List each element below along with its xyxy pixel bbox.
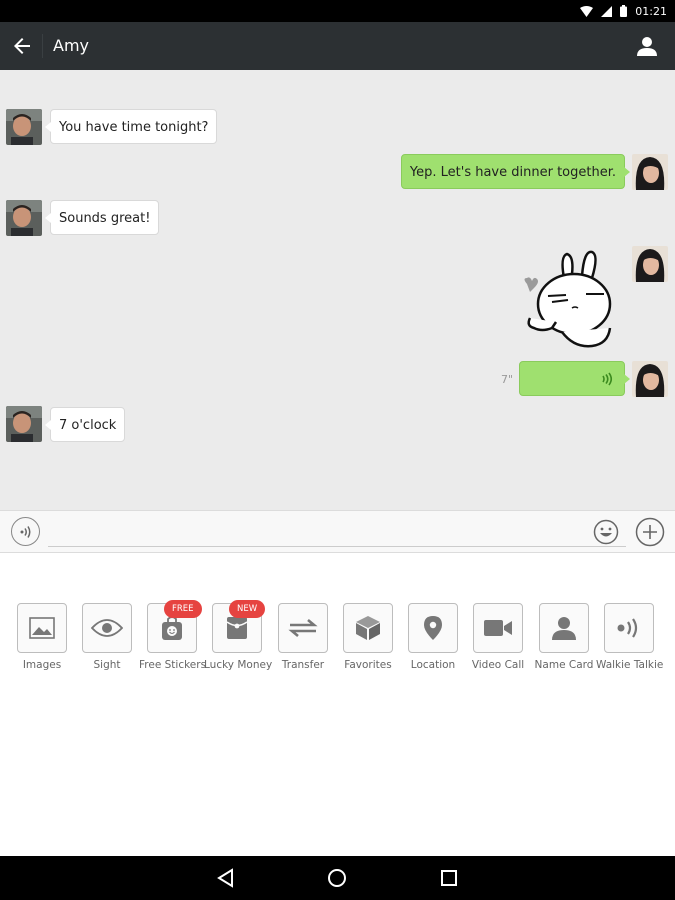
badge-new: NEW: [229, 600, 266, 618]
tool-name-card[interactable]: Name Card: [531, 603, 597, 671]
status-time: 01:21: [635, 4, 667, 18]
badge-free: FREE: [164, 600, 202, 618]
woman-avatar-icon: [632, 246, 668, 282]
woman-avatar-icon: [632, 154, 668, 190]
tool-icon-box: [539, 603, 589, 653]
tool-video-call[interactable]: Video Call: [465, 603, 531, 671]
sticker-message[interactable]: [512, 248, 622, 354]
voice-wave-icon: [602, 372, 613, 386]
tool-label: Transfer: [281, 659, 325, 671]
contact-avatar[interactable]: [6, 109, 42, 145]
voice-message-bubble[interactable]: [519, 361, 630, 396]
attachment-panel: Images Sight FREE Free Stickers NEW Luck…: [0, 553, 675, 856]
my-avatar[interactable]: [632, 246, 668, 282]
chat-info-button[interactable]: [635, 34, 659, 58]
rabbit-sticker-icon: [524, 250, 612, 348]
signal-icon: [601, 5, 613, 17]
nav-recents-button[interactable]: [435, 864, 463, 892]
square-recents-icon: [441, 870, 457, 886]
tool-label: Favorites: [344, 659, 392, 671]
my-avatar[interactable]: [632, 361, 668, 397]
battery-icon: [620, 5, 628, 17]
nav-home-button[interactable]: [323, 864, 351, 892]
person-icon: [552, 617, 576, 640]
circle-home-icon: [328, 869, 346, 887]
status-bar: 01:21: [0, 0, 675, 22]
triangle-back-icon: [217, 868, 233, 888]
contact-avatar[interactable]: [6, 200, 42, 236]
tool-icon-box: [408, 603, 458, 653]
back-button[interactable]: [10, 34, 34, 58]
woman-avatar-icon: [632, 361, 668, 397]
tool-icon-box: NEW: [212, 600, 266, 653]
voice-duration: 7": [501, 373, 514, 386]
message-input-bar: [0, 510, 675, 553]
emoji-button[interactable]: [593, 519, 619, 545]
tool-icon-box: [82, 603, 132, 653]
chat-header: Amy: [0, 22, 675, 70]
man-avatar-icon: [6, 200, 42, 236]
tool-free-stickers[interactable]: FREE Free Stickers: [139, 600, 207, 671]
wifi-icon: [580, 5, 594, 17]
tool-lucky-money[interactable]: NEW Lucky Money: [204, 600, 273, 671]
tool-location[interactable]: Location: [400, 603, 466, 671]
tool-walkie-talkie[interactable]: Walkie Talkie: [596, 603, 664, 671]
tool-favorites[interactable]: Favorites: [335, 603, 401, 671]
voice-icon: [20, 525, 30, 538]
tool-icon-box: [343, 603, 393, 653]
tool-label: Name Card: [534, 659, 594, 671]
man-avatar-icon: [6, 406, 42, 442]
tool-icon-box: [604, 603, 654, 653]
tool-label: Sight: [93, 659, 121, 671]
message-bubble-incoming[interactable]: You have time tonight?: [44, 109, 218, 144]
video-camera-icon: [484, 620, 512, 636]
tool-sight[interactable]: Sight: [74, 603, 140, 671]
tool-icon-box: FREE: [147, 600, 202, 653]
more-options-button[interactable]: [635, 517, 665, 547]
system-nav-bar: [0, 856, 675, 900]
smiley-icon: [593, 519, 619, 545]
tool-label: Video Call: [471, 659, 525, 671]
voice-input-toggle[interactable]: [11, 517, 40, 546]
message-bubble-incoming[interactable]: 7 o'clock: [44, 407, 126, 442]
image-icon: [29, 617, 55, 639]
person-icon: [637, 37, 657, 56]
red-packet-icon: [226, 617, 248, 639]
tool-icon-box: [17, 603, 67, 653]
transfer-arrows-icon: [288, 619, 318, 637]
chat-messages[interactable]: You have time tonight? Yep. Let's have d…: [0, 70, 675, 510]
nav-back-button[interactable]: [211, 864, 239, 892]
tool-label: Walkie Talkie: [596, 659, 664, 671]
my-avatar[interactable]: [632, 154, 668, 190]
tool-label: Lucky Money: [204, 659, 273, 671]
sticker-bag-icon: [162, 616, 182, 640]
message-input[interactable]: [48, 519, 626, 547]
tool-transfer[interactable]: Transfer: [270, 603, 336, 671]
contact-avatar[interactable]: [6, 406, 42, 442]
message-bubble-outgoing[interactable]: Yep. Let's have dinner together.: [400, 154, 631, 189]
header-divider: [42, 34, 43, 58]
tool-label: Images: [22, 659, 62, 671]
man-avatar-icon: [6, 109, 42, 145]
status-icons: 01:21: [580, 0, 667, 22]
tool-label: Location: [410, 659, 456, 671]
arrow-left-icon: [14, 38, 30, 54]
plus-icon: [635, 517, 665, 547]
message-bubble-incoming[interactable]: Sounds great!: [44, 200, 160, 235]
walkie-talkie-icon: [617, 618, 638, 638]
eye-icon: [91, 619, 123, 637]
tool-icon-box: [278, 603, 328, 653]
tool-label: Free Stickers: [139, 659, 207, 671]
location-pin-icon: [424, 616, 442, 640]
chat-title: Amy: [53, 36, 89, 55]
tool-images[interactable]: Images: [9, 603, 75, 671]
tool-icon-box: [473, 603, 523, 653]
cube-icon: [356, 616, 380, 640]
